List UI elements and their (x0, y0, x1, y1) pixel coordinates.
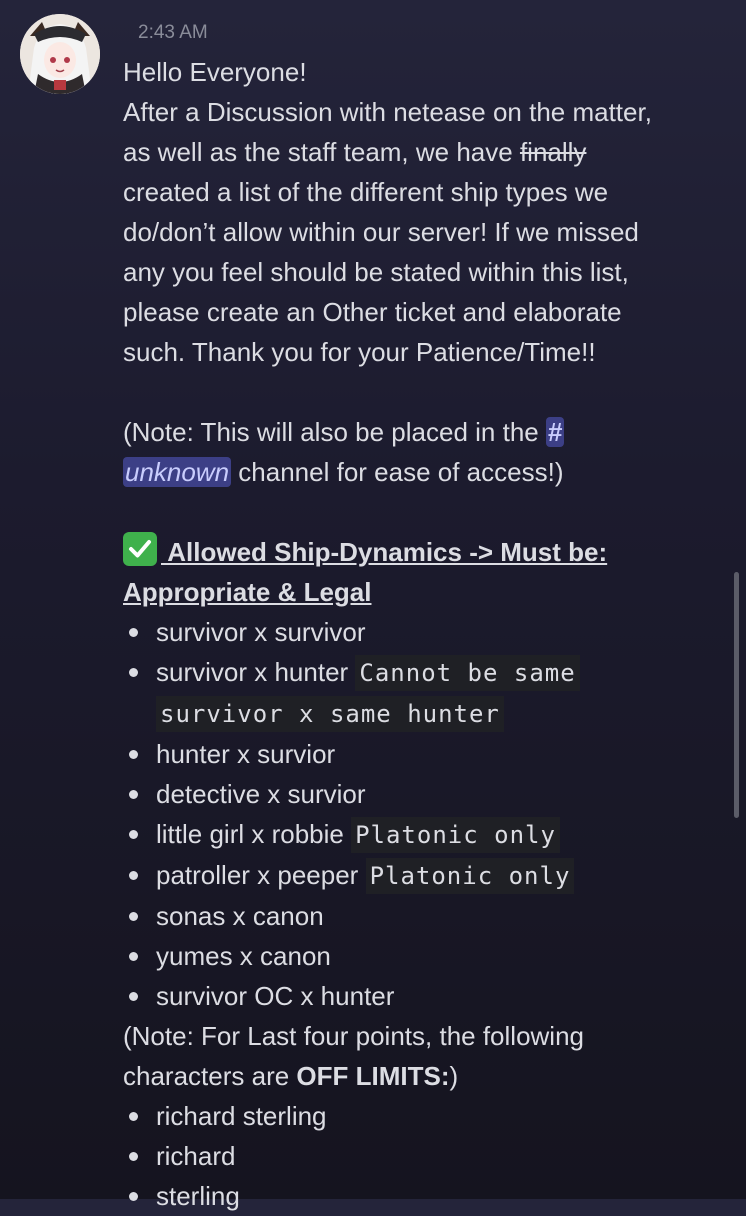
list-item-text: survivor OC x hunter (156, 981, 395, 1011)
list-item-text: little girl x robbie (156, 819, 352, 849)
list-item: richard (123, 1136, 733, 1176)
list-item-text: richard (156, 1141, 236, 1171)
channel-hash-icon: # (547, 417, 563, 447)
list-item: survivor x survivor (123, 612, 733, 652)
avatar[interactable] (20, 14, 100, 94)
scrollbar[interactable] (734, 572, 739, 818)
struck-word: finally (519, 137, 587, 167)
intro-line: please create an Other ticket and elabor… (123, 297, 622, 327)
allowed-list: survivor x survivor survivor x hunter Ca… (123, 612, 733, 1016)
list-item: patroller x peeper Platonic only (123, 855, 733, 896)
list-item-text: survivor x survivor (156, 617, 366, 647)
offlimits-list: richard sterling richard sterling (123, 1096, 733, 1216)
list-item-text: sonas x canon (156, 901, 324, 931)
list-item: detective x survior (123, 774, 733, 814)
channel-note-prefix: (Note: This will also be placed in the (123, 417, 546, 447)
list-item-text: yumes x canon (156, 941, 331, 971)
allowed-heading-text: Allowed Ship-Dynamics -> Must be: (161, 537, 608, 567)
channel-note-suffix: channel for ease of access!) (231, 457, 564, 487)
intro-line-text: as well as the staff team, we have (123, 137, 520, 167)
list-item-text: survivor x hunter (156, 657, 356, 687)
offlimits-note-line: (Note: For Last four points, the followi… (123, 1021, 585, 1051)
list-item: richard sterling (123, 1096, 733, 1136)
list-item-text: detective x survior (156, 779, 366, 809)
offlimits-suffix: ) (449, 1061, 459, 1091)
list-item: sterling (123, 1176, 733, 1216)
list-item-text: richard sterling (156, 1101, 327, 1131)
channel-mention[interactable]: # (545, 417, 565, 447)
offlimits-prefix: characters are (123, 1061, 297, 1091)
check-mark-emoji-icon (123, 532, 157, 566)
allowed-heading-line2: Appropriate & Legal (123, 577, 372, 607)
greeting-line: Hello Everyone! (123, 57, 307, 87)
intro-line: as well as the staff team, we have final… (123, 132, 733, 172)
channel-note-line: unknown channel for ease of access!) (123, 452, 733, 492)
intro-line: such. Thank you for your Patience/Time!! (123, 337, 596, 367)
intro-line: After a Discussion with netease on the m… (123, 97, 652, 127)
message-content: Hello Everyone! After a Discussion with … (123, 52, 733, 1216)
intro-line: any you feel should be stated within thi… (123, 257, 629, 287)
inline-code: Platonic only (351, 817, 560, 853)
offlimits-bold: OFF LIMITS: (296, 1061, 450, 1091)
channel-note-line: (Note: This will also be placed in the # (123, 412, 733, 452)
offlimits-note-line: characters are OFF LIMITS:) (123, 1056, 733, 1096)
channel-mention-name[interactable]: unknown (123, 457, 232, 487)
intro-line: do/don’t allow within our server! If we … (123, 217, 639, 247)
message-timestamp: 2:43 AM (138, 22, 208, 43)
avatar-image (20, 14, 100, 94)
list-item-text: hunter x survior (156, 739, 336, 769)
list-item-text: sterling (156, 1181, 240, 1211)
allowed-heading: Allowed Ship-Dynamics -> Must be: (123, 532, 733, 572)
inline-code: Platonic only (365, 858, 575, 894)
list-item: hunter x survior (123, 734, 733, 774)
list-item: little girl x robbie Platonic only (123, 814, 733, 855)
list-item: survivor OC x hunter (123, 976, 733, 1016)
intro-line: created a list of the different ship typ… (123, 177, 609, 207)
list-item-text: patroller x peeper (156, 860, 366, 890)
list-item: yumes x canon (123, 936, 733, 976)
list-item: sonas x canon (123, 896, 733, 936)
list-item: survivor x hunter Cannot be same survivo… (123, 652, 676, 734)
